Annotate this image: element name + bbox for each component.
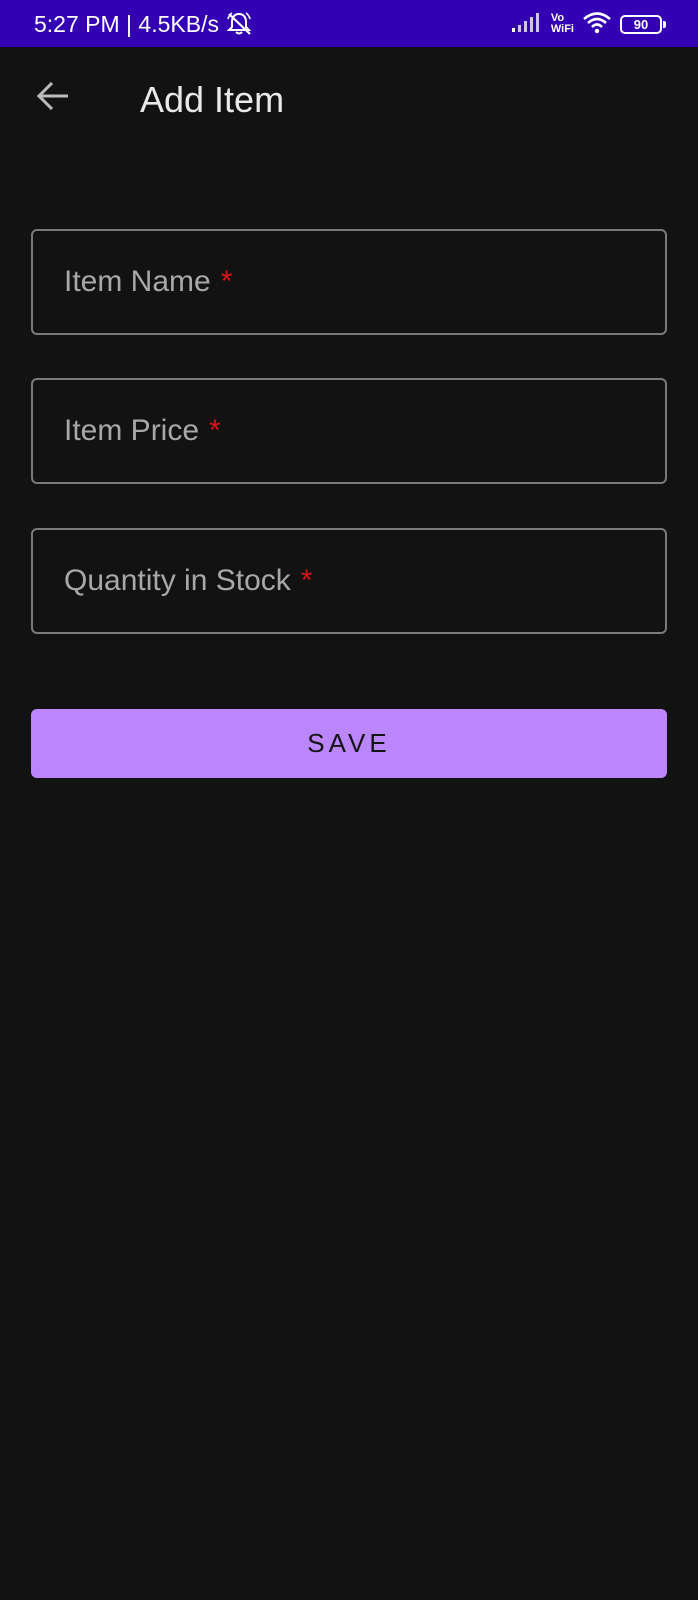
vowifi-indicator: Vo WiFi [551,13,574,35]
vowifi-line2: WiFi [550,23,574,35]
wifi-icon [582,10,612,39]
quantity-in-stock-input[interactable] [33,530,665,632]
status-left: 5:27 PM | 4.5KB/s [34,11,253,37]
save-button-label: SAVE [307,728,391,758]
battery-icon: 90 [620,14,666,34]
status-bar: 5:27 PM | 4.5KB/s Vo WiFi 90 [0,0,698,47]
item-name-input[interactable] [33,231,665,333]
app-bar: Add Item [0,47,698,159]
status-right: Vo WiFi 90 [511,10,666,39]
item-price-input[interactable] [33,380,665,482]
item-price-field[interactable]: Item Price * [31,378,667,484]
signal-icon [511,11,543,38]
quantity-in-stock-field[interactable]: Quantity in Stock * [31,528,667,634]
arrow-back-icon [35,80,71,117]
bell-off-icon [225,11,253,37]
save-button[interactable]: SAVE [31,709,667,778]
page-title: Add Item [140,79,285,120]
battery-level: 90 [633,16,649,32]
item-name-field[interactable]: Item Name * [31,229,667,335]
back-button[interactable] [28,73,78,123]
status-time-speed: 5:27 PM | 4.5KB/s [34,11,219,37]
